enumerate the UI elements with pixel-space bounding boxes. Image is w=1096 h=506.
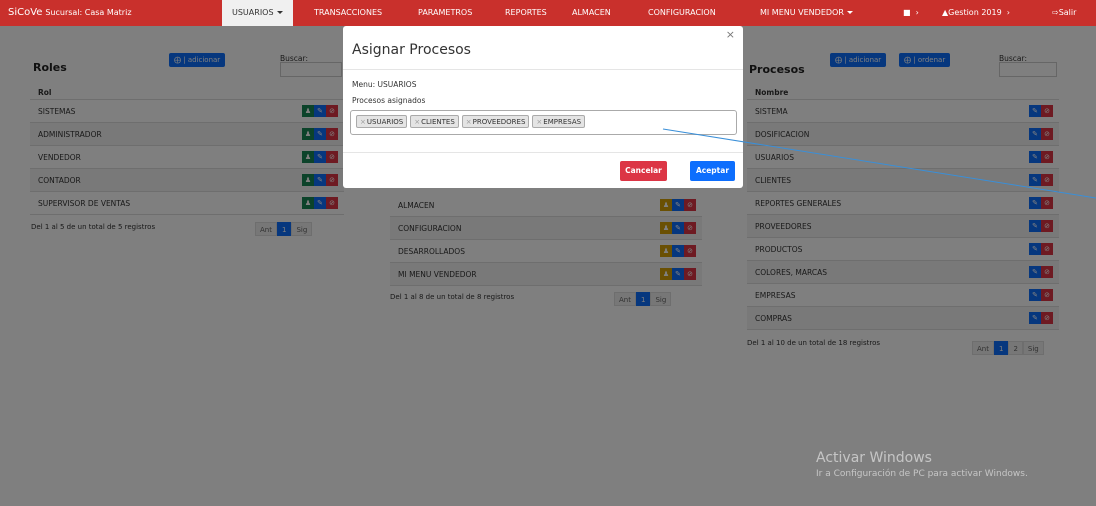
windows-activation-watermark: Activar Windows Ir a Configuración de PC…: [816, 450, 1028, 479]
watermark-subtitle: Ir a Configuración de PC para activar Wi…: [816, 469, 1028, 479]
annotation-line: [662, 128, 1096, 199]
watermark-title: Activar Windows: [816, 450, 932, 466]
